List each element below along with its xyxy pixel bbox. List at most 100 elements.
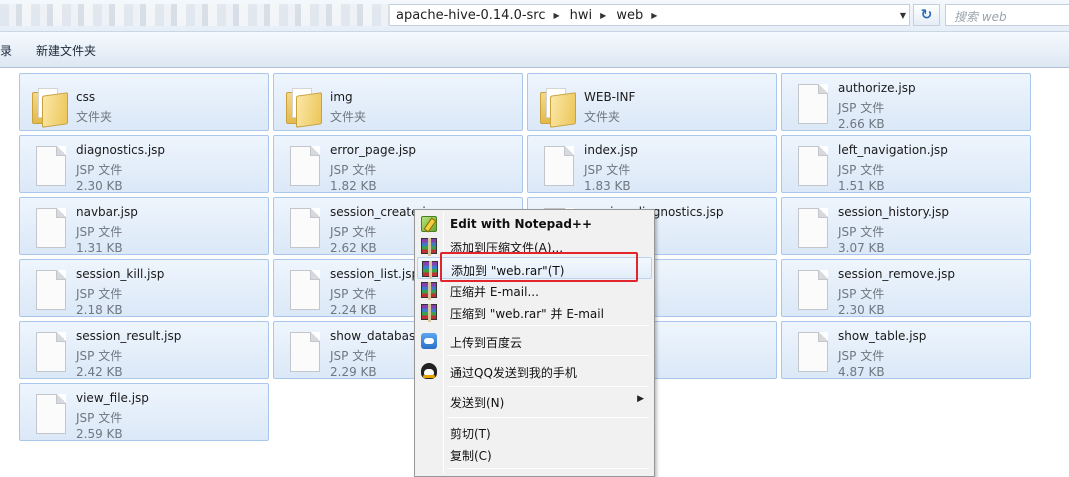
file-icon <box>284 144 324 188</box>
menu-item-label: 发送到(N) <box>450 396 505 410</box>
file-icon <box>30 330 70 374</box>
file-tile[interactable]: css 文件夹 <box>19 73 269 131</box>
file-type: JSP 文件 <box>76 287 123 301</box>
menu-item-send-to[interactable]: 发送到(N) ▶ <box>417 390 652 412</box>
menu-separator <box>447 468 649 469</box>
folder-icon <box>30 82 70 128</box>
file-name: session_result.jsp <box>76 329 182 343</box>
file-tile[interactable]: WEB-INF 文件夹 <box>527 73 777 131</box>
file-tile[interactable]: show_table.jsp JSP 文件 4.87 KB <box>781 321 1031 379</box>
winrar-icon <box>421 304 437 322</box>
file-name: navbar.jsp <box>76 205 138 219</box>
file-type: 文件夹 <box>584 110 621 124</box>
file-name: session_remove.jsp <box>838 267 956 281</box>
file-type: 文件夹 <box>76 110 113 124</box>
file-name: session_history.jsp <box>838 205 949 219</box>
search-input[interactable]: 搜索 web <box>945 4 1069 26</box>
file-size: 3.07 KB <box>838 241 885 255</box>
toolbar-item-partial[interactable]: 录 <box>0 42 12 59</box>
file-type: JSP 文件 <box>838 349 885 363</box>
file-name: show_table.jsp <box>838 329 927 343</box>
toolbar: 录 新建文件夹 <box>0 32 1069 68</box>
refresh-button[interactable]: ↻ <box>913 4 940 26</box>
file-icon <box>792 330 832 374</box>
file-name: img <box>330 90 353 104</box>
menu-item-upload-baidu[interactable]: 上传到百度云 <box>417 330 652 352</box>
menu-item-label: Edit with Notepad++ <box>450 217 593 231</box>
file-name: session_kill.jsp <box>76 267 165 281</box>
file-name: error_page.jsp <box>330 143 417 157</box>
file-icon <box>30 392 70 436</box>
address-dropdown-icon[interactable]: ▼ <box>895 4 911 26</box>
menu-item-send-qq[interactable]: 通过QQ发送到我的手机 <box>417 360 652 382</box>
breadcrumb[interactable]: apache-hive-0.14.0-src ▶ hwi ▶ web ▶ <box>390 4 910 26</box>
menu-item-label: 剪切(T) <box>450 427 491 441</box>
file-size: 1.83 KB <box>584 179 631 193</box>
file-tile[interactable]: session_result.jsp JSP 文件 2.42 KB <box>19 321 269 379</box>
notepad-plus-plus-icon <box>421 216 437 232</box>
menu-item-label: 压缩到 "web.rar" 并 E-mail <box>450 307 604 321</box>
file-tile[interactable]: error_page.jsp JSP 文件 1.82 KB <box>273 135 523 193</box>
file-tile[interactable]: left_navigation.jsp JSP 文件 1.51 KB <box>781 135 1031 193</box>
menu-separator <box>447 417 649 418</box>
menu-item-copy[interactable]: 复制(C) <box>417 443 652 465</box>
file-icon <box>284 330 324 374</box>
file-name: left_navigation.jsp <box>838 143 948 157</box>
file-icon <box>284 268 324 312</box>
qq-icon <box>421 363 437 379</box>
breadcrumb-arrow-icon[interactable]: ▶ <box>550 11 564 20</box>
menu-separator <box>447 325 649 326</box>
file-tile[interactable]: session_remove.jsp JSP 文件 2.30 KB <box>781 259 1031 317</box>
file-name: show_databas <box>330 329 416 343</box>
file-tile[interactable]: session_kill.jsp JSP 文件 2.18 KB <box>19 259 269 317</box>
file-size: 2.59 KB <box>76 427 123 441</box>
file-name: view_file.jsp <box>76 391 149 405</box>
file-size: 2.62 KB <box>330 241 377 255</box>
file-icon <box>284 206 324 250</box>
file-name: index.jsp <box>584 143 638 157</box>
file-type: JSP 文件 <box>584 163 631 177</box>
folder-icon <box>538 82 578 128</box>
file-type: JSP 文件 <box>330 225 377 239</box>
file-type: JSP 文件 <box>76 225 123 239</box>
file-size: 2.30 KB <box>838 303 885 317</box>
new-folder-button[interactable]: 新建文件夹 <box>36 42 96 59</box>
file-tile[interactable]: session_history.jsp JSP 文件 3.07 KB <box>781 197 1031 255</box>
file-size: 2.30 KB <box>76 179 123 193</box>
file-size: 2.66 KB <box>838 117 885 131</box>
breadcrumb-item[interactable]: hwi <box>564 8 596 23</box>
menu-item-edit-notepad[interactable]: Edit with Notepad++ <box>417 213 652 235</box>
file-tile[interactable]: diagnostics.jsp JSP 文件 2.30 KB <box>19 135 269 193</box>
context-menu: Edit with Notepad++ 添加到压缩文件(A)... 添加到 "w… <box>414 209 655 477</box>
file-type: 文件夹 <box>330 110 367 124</box>
file-tile[interactable]: index.jsp JSP 文件 1.83 KB <box>527 135 777 193</box>
menu-item-cut[interactable]: 剪切(T) <box>417 421 652 443</box>
file-tile[interactable]: view_file.jsp JSP 文件 2.59 KB <box>19 383 269 441</box>
baidu-cloud-icon <box>421 333 437 349</box>
file-icon <box>792 206 832 250</box>
menu-item-compress-email[interactable]: 压缩并 E-mail... <box>417 279 652 301</box>
breadcrumb-item[interactable]: web <box>610 8 647 23</box>
file-name: authorize.jsp <box>838 81 916 95</box>
file-type: JSP 文件 <box>838 287 885 301</box>
file-icon <box>792 144 832 188</box>
winrar-icon <box>421 282 437 300</box>
file-tile[interactable]: img 文件夹 <box>273 73 523 131</box>
file-tile[interactable]: navbar.jsp JSP 文件 1.31 KB <box>19 197 269 255</box>
menu-item-compress-web-rar-email[interactable]: 压缩到 "web.rar" 并 E-mail <box>417 301 652 323</box>
file-type: JSP 文件 <box>330 287 377 301</box>
file-size: 2.18 KB <box>76 303 123 317</box>
file-name: WEB-INF <box>584 90 636 104</box>
file-icon <box>30 206 70 250</box>
file-size: 2.29 KB <box>330 365 377 379</box>
file-type: JSP 文件 <box>76 163 123 177</box>
file-name: session_list.jsp <box>330 267 420 281</box>
submenu-arrow-icon: ▶ <box>637 394 644 404</box>
file-type: JSP 文件 <box>330 163 377 177</box>
breadcrumb-arrow-icon[interactable]: ▶ <box>647 11 661 20</box>
breadcrumb-arrow-icon[interactable]: ▶ <box>596 11 610 20</box>
file-tile[interactable]: authorize.jsp JSP 文件 2.66 KB <box>781 73 1031 131</box>
file-icon <box>30 144 70 188</box>
breadcrumb-item[interactable]: apache-hive-0.14.0-src <box>390 8 550 23</box>
folder-icon <box>284 82 324 128</box>
